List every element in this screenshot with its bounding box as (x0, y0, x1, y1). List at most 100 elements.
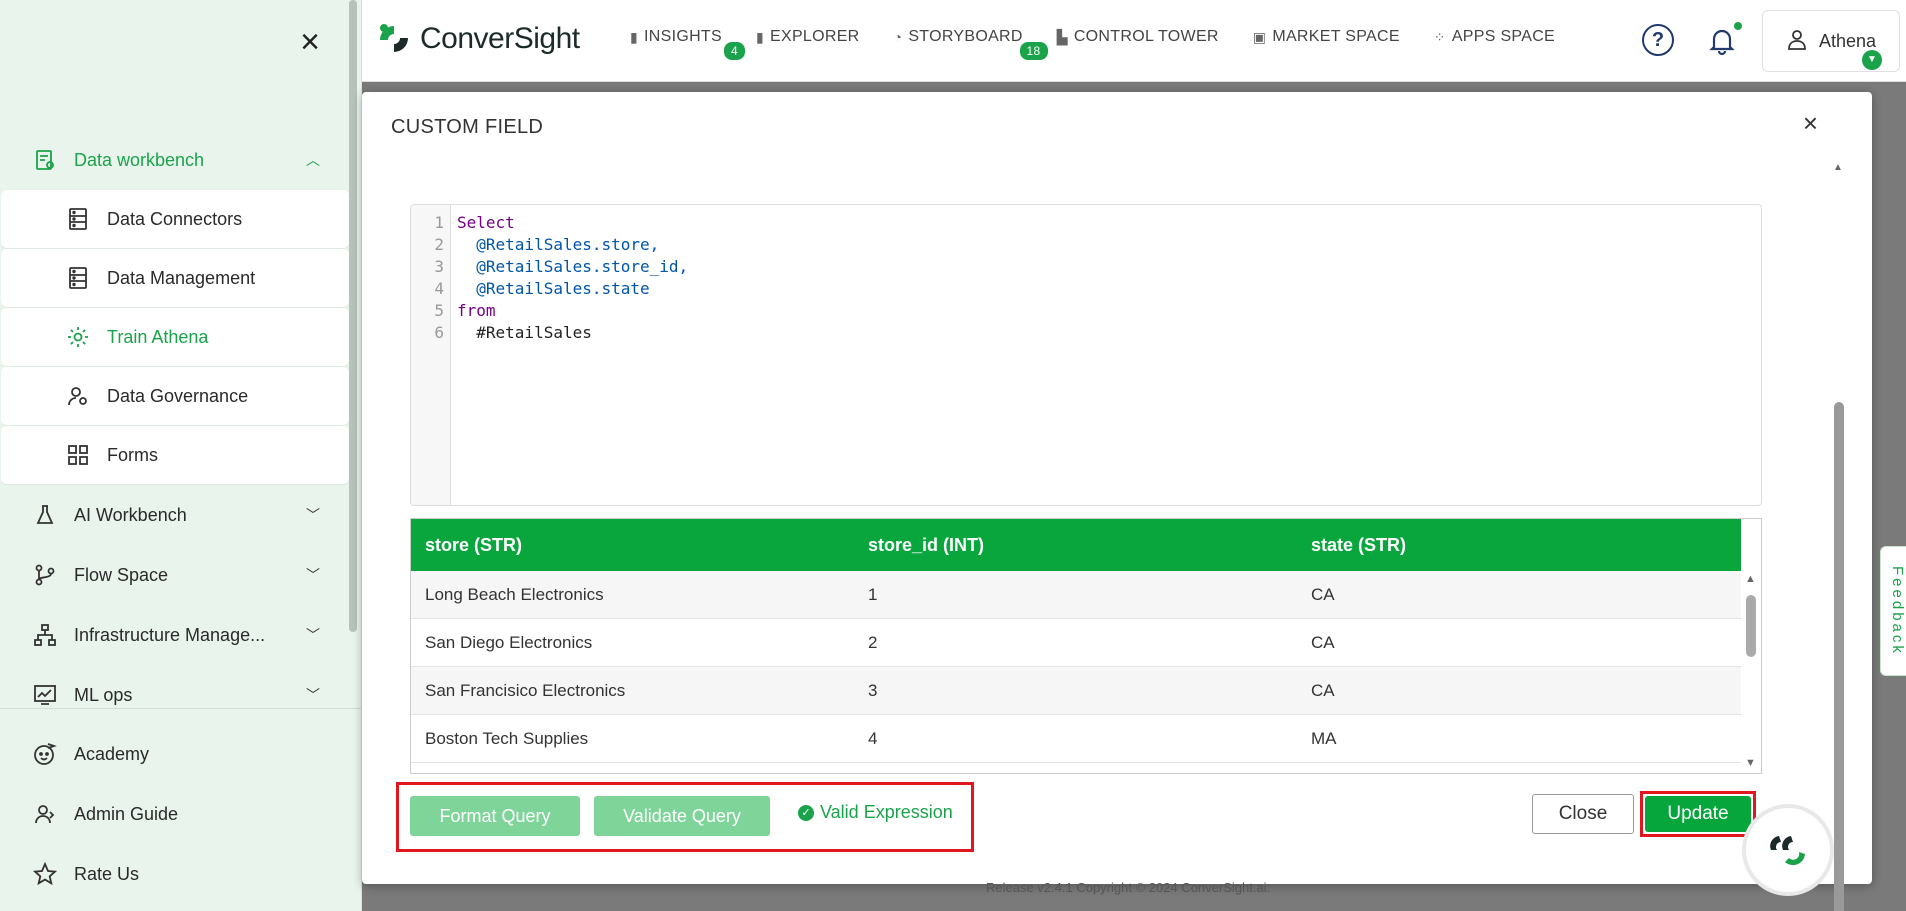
workbench-icon (32, 147, 58, 173)
line-number: 1 (434, 213, 444, 232)
scroll-thumb[interactable] (1746, 595, 1756, 657)
nav-explorer[interactable]: ▮ EXPLORER (756, 28, 860, 46)
sidebar: × Data workbench ︿ Data Connectors Data … (0, 0, 362, 911)
sidebar-item-rate-us[interactable]: Rate Us (0, 844, 350, 904)
format-query-button[interactable]: Format Query (410, 796, 580, 836)
sidebar-item-ml-ops[interactable]: ML ops ﹀ (0, 665, 350, 725)
help-icon[interactable]: ? (1642, 24, 1674, 56)
user-name: Athena (1819, 30, 1877, 51)
check-circle-icon: ✓ (798, 804, 814, 821)
code-line: from (457, 301, 496, 320)
divider (0, 708, 362, 709)
line-number: 5 (434, 301, 444, 320)
top-bar: ConverSight ▮ INSIGHTS 4 ▮ EXPLORER ◔ ST… (362, 0, 1906, 82)
storyboard-badge: 18 (1017, 40, 1050, 62)
flow-icon (32, 562, 58, 588)
nav-label: STORYBOARD (908, 28, 1023, 45)
validate-query-button[interactable]: Validate Query (594, 796, 770, 836)
scroll-up-icon[interactable]: ▲ (1745, 573, 1756, 585)
nav-label: MARKET SPACE (1272, 28, 1400, 45)
database-icon (65, 206, 91, 232)
update-button[interactable]: Update (1645, 796, 1751, 832)
sidebar-item-academy[interactable]: Academy (0, 724, 350, 784)
custom-field-modal: CUSTOM FIELD × 1 2 3 4 5 6 Select @Retai… (362, 92, 1872, 911)
validation-text: Valid Expression (820, 802, 953, 822)
sidebar-item-label: Data Management (107, 267, 256, 288)
column-header: store_id (INT) (868, 534, 985, 555)
database-icon (65, 265, 91, 291)
sidebar-item-label: Forms (107, 444, 158, 465)
insights-badge: 4 (722, 40, 747, 62)
table-cell: 4 (868, 728, 878, 748)
sidebar-item-data-workbench[interactable]: Data workbench ︿ (0, 130, 350, 190)
line-number: 3 (434, 257, 444, 276)
sidebar-item-flow-space[interactable]: Flow Space ﹀ (0, 545, 350, 605)
result-table: store (STR) store_id (INT) state (STR) L… (410, 518, 1762, 774)
chevron-down-icon: ﹀ (306, 687, 320, 703)
code-line: @RetailSales.store_id, (457, 257, 689, 276)
table-scrollbar[interactable]: ▲ ▼ (1741, 571, 1761, 773)
code-line: #RetailSales (457, 323, 592, 342)
code-content[interactable]: Select @RetailSales.store, @RetailSales.… (457, 213, 688, 345)
sidebar-item-ai-workbench[interactable]: AI Workbench ﹀ (0, 485, 350, 545)
close-icon[interactable]: × (1803, 108, 1818, 139)
nav-apps-space[interactable]: ⁘ APPS SPACE (1434, 28, 1555, 46)
flask-icon (32, 502, 58, 528)
sidebar-item-forms[interactable]: Forms (1, 426, 349, 484)
table-cell: 1 (868, 584, 878, 604)
code-line: @RetailSales.store, (457, 235, 660, 254)
tower-icon: ▙ (1056, 28, 1068, 45)
scroll-thumb[interactable] (1834, 402, 1844, 911)
chevron-down-icon: ﹀ (306, 567, 320, 583)
storyboard-icon: ◔ (893, 29, 903, 45)
close-icon[interactable]: × (296, 25, 324, 59)
sidebar-nav: Data workbench ︿ Data Connectors Data Ma… (0, 130, 350, 725)
table-cell: CA (1311, 680, 1335, 700)
sql-editor[interactable]: 1 2 3 4 5 6 Select @RetailSales.store, @… (410, 204, 1762, 506)
sidebar-item-label: Admin Guide (74, 803, 179, 824)
table-body: Long Beach Electronics 1 CA San Diego El… (411, 571, 1761, 763)
chevron-down-icon[interactable]: ▼ (1862, 50, 1882, 70)
sidebar-item-label: Data Connectors (107, 208, 243, 229)
nav-label: APPS SPACE (1451, 28, 1556, 45)
sidebar-item-data-connectors[interactable]: Data Connectors (1, 190, 349, 248)
sidebar-item-label: Academy (74, 743, 150, 764)
table-cell: CA (1311, 632, 1335, 652)
feedback-tab[interactable]: Feedback (1880, 546, 1906, 676)
table-cell: MA (1311, 728, 1337, 748)
bell-icon[interactable] (1706, 24, 1738, 56)
sidebar-item-label: Data workbench (74, 149, 205, 170)
nav-insights[interactable]: ▮ INSIGHTS 4 (630, 28, 747, 62)
logo-icon (380, 24, 408, 52)
logo[interactable]: ConverSight (374, 20, 580, 58)
nav-label: CONTROL TOWER (1073, 28, 1219, 45)
sidebar-scrollbar[interactable] (349, 0, 357, 632)
code-line: @RetailSales.state (457, 279, 650, 298)
sidebar-item-infrastructure[interactable]: Infrastructure Manage... ﹀ (0, 605, 350, 665)
validation-status: ✓ Valid Expression (798, 802, 953, 823)
gear-icon (65, 324, 91, 350)
sidebar-item-train-athena[interactable]: Train Athena (1, 308, 349, 366)
scroll-down-icon[interactable]: ▼ (1745, 757, 1756, 769)
sidebar-item-data-governance[interactable]: Data Governance (1, 367, 349, 425)
modal-scrollbar[interactable]: ▲ (1833, 162, 1844, 911)
sidebar-item-label: ML ops (74, 684, 133, 705)
column-header: state (STR) (1311, 534, 1407, 555)
table-cell: 3 (868, 680, 878, 700)
line-number: 4 (434, 279, 444, 298)
top-nav: ▮ INSIGHTS 4 ▮ EXPLORER ◔ STORYBOARD 18 … (630, 28, 1589, 62)
chatbot-button[interactable] (1746, 808, 1830, 892)
table-header: store (STR) store_id (INT) state (STR) (411, 519, 1741, 571)
nav-market-space[interactable]: ▣ MARKET SPACE (1253, 28, 1400, 46)
nav-storyboard[interactable]: ◔ STORYBOARD 18 (893, 28, 1050, 62)
sidebar-item-data-management[interactable]: Data Management (1, 249, 349, 307)
close-button[interactable]: Close (1532, 794, 1634, 834)
sidebar-item-label: Data Governance (107, 385, 249, 406)
line-numbers: 1 2 3 4 5 6 (411, 205, 451, 505)
chart-icon (32, 682, 58, 708)
sidebar-item-label: AI Workbench (74, 504, 187, 525)
table-cell: 2 (868, 632, 878, 652)
scroll-up-icon[interactable]: ▲ (1833, 162, 1843, 173)
sidebar-item-admin-guide[interactable]: Admin Guide (0, 784, 350, 844)
nav-control-tower[interactable]: ▙ CONTROL TOWER (1057, 28, 1219, 46)
